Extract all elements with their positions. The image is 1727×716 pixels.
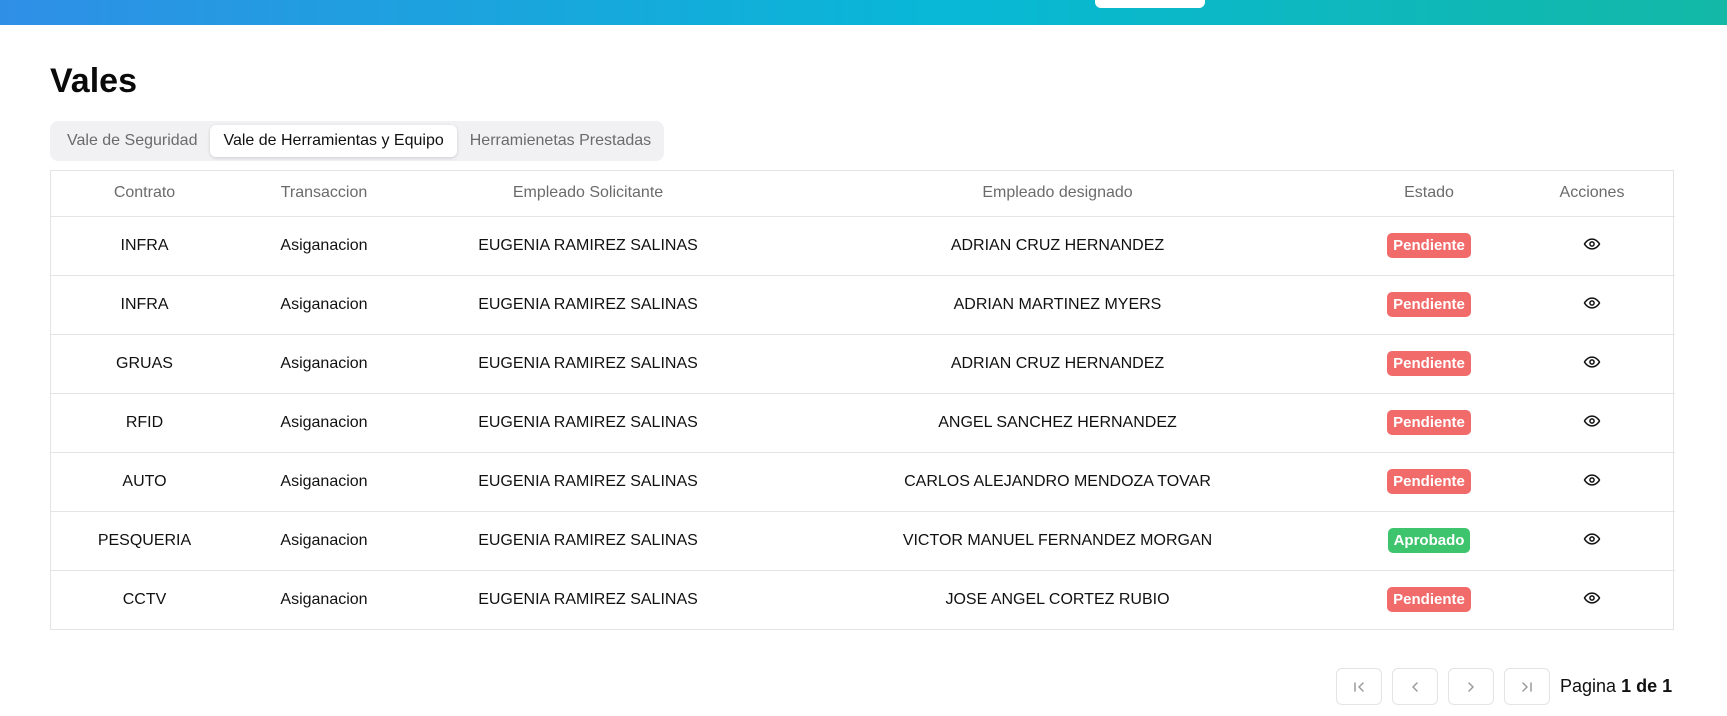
header-contrato: Contrato: [51, 171, 238, 217]
view-button[interactable]: [1581, 528, 1603, 550]
eye-icon: [1583, 297, 1601, 309]
cell-transaccion: Asiganacion: [238, 452, 410, 512]
cell-empleado-solicitante: EUGENIA RAMIREZ SALINAS: [410, 275, 766, 335]
cell-empleado-solicitante: EUGENIA RAMIREZ SALINAS: [410, 216, 766, 276]
eye-icon: [1583, 592, 1601, 604]
cell-empleado-solicitante: EUGENIA RAMIREZ SALINAS: [478, 590, 698, 608]
page-indicator-value: 1 de 1: [1621, 676, 1673, 696]
eye-icon: [1583, 356, 1601, 368]
cell-acciones: [1509, 511, 1675, 571]
cell-empleado-designado: ANGEL SANCHEZ HERNANDEZ: [766, 393, 1349, 453]
last-page-button[interactable]: [1504, 668, 1550, 705]
eye-icon: [1583, 474, 1601, 486]
status-badge: Pendiente: [1387, 233, 1471, 258]
first-page-icon: [1354, 681, 1364, 692]
status-badge: Pendiente: [1387, 292, 1471, 317]
cell-contrato: CCTV: [122, 590, 167, 608]
cell-empleado-solicitante: EUGENIA RAMIREZ SALINAS: [410, 334, 766, 394]
status-badge: Pendiente: [1387, 469, 1471, 494]
cell-empleado-solicitante: EUGENIA RAMIREZ SALINAS: [410, 511, 766, 571]
table-row: AUTO Asiganacion EUGENIA RAMIREZ SALINAS CA…: [51, 452, 1675, 512]
vales-table: Contrato Transaccion Empleado Solicitant…: [50, 170, 1675, 630]
cell-contrato: RFID: [51, 393, 238, 453]
view-button[interactable]: [1581, 351, 1603, 373]
pagination: Pagina 1 de 1: [1336, 668, 1672, 705]
next-page-icon: [1468, 681, 1474, 692]
cell-acciones: [1509, 275, 1675, 335]
tab-bar: Vale de Seguridad Vale de Herramientas y…: [50, 121, 664, 161]
last-page-icon: [1522, 681, 1532, 692]
eye-icon: [1583, 415, 1601, 427]
header-button[interactable]: [1095, 0, 1205, 8]
cell-acciones: [1509, 216, 1675, 276]
table-row: CCTV Asiganacion EUGENIA RAMIREZ SALINAS JO…: [51, 570, 1675, 629]
first-page-button[interactable]: [1336, 668, 1382, 705]
cell-empleado-solicitante: EUGENIA RAMIREZ SALINAS: [410, 452, 766, 512]
view-button[interactable]: [1581, 469, 1603, 491]
table-row: PESQUERIA Asiganacion EUGENIA RAMIREZ SALI…: [51, 511, 1675, 571]
cell-empleado-solicitante: EUGENIA RAMIREZ SALINAS: [410, 393, 766, 453]
cell-contrato: INFRA: [51, 216, 238, 276]
cell-transaccion: Asiganacion: [238, 393, 410, 453]
cell-estado: Pendiente: [1349, 275, 1509, 335]
view-button[interactable]: [1581, 292, 1603, 314]
table-row: INFRA Asiganacion EUGENIA RAMIREZ SALINAS A…: [51, 216, 1675, 276]
prev-page-icon: [1412, 681, 1418, 692]
eye-icon: [1583, 533, 1601, 545]
tab-vale-herramientas-equipo[interactable]: Vale de Herramientas y Equipo: [210, 125, 457, 157]
cell-transaccion: Asiganacion: [238, 275, 410, 335]
cell-empleado-designado: CARLOS ALEJANDRO MENDOZA TOVAR: [766, 452, 1349, 512]
cell-acciones: [1509, 393, 1675, 453]
cell-empleado-designado: ADRIAN MARTINEZ MYERS: [766, 275, 1349, 335]
prev-page-button[interactable]: [1392, 668, 1438, 705]
header-empleado-designado: Empleado designado: [766, 171, 1349, 217]
cell-estado: Pendiente: [1349, 216, 1509, 276]
eye-icon: [1583, 238, 1601, 250]
view-button[interactable]: [1581, 410, 1603, 432]
cell-acciones: [1509, 570, 1675, 629]
tab-vale-seguridad[interactable]: Vale de Seguridad: [54, 125, 210, 157]
status-badge: Aprobado: [1387, 528, 1471, 553]
cell-contrato: INFRA: [51, 275, 238, 335]
cell-transaccion: Asiganacion: [238, 334, 410, 394]
cell-contrato: GRUAS: [51, 334, 238, 394]
next-page-button[interactable]: [1448, 668, 1494, 705]
table-row: RFID Asiganacion EUGENIA RAMIREZ SALINAS AN…: [51, 393, 1675, 453]
table-header-row: Contrato Transaccion Empleado Solicitant…: [51, 171, 1675, 217]
header-estado: Estado: [1349, 171, 1509, 217]
status-badge: Pendiente: [1387, 351, 1471, 376]
tab-herramientas-prestadas[interactable]: Herramienetas Prestadas: [457, 125, 664, 157]
cell-empleado-designado: JOSE ANGEL CORTEZ RUBIO: [945, 590, 1170, 608]
cell-estado: Aprobado: [1349, 511, 1509, 571]
cell-transaccion: Asiganacion: [238, 216, 410, 276]
view-button[interactable]: [1581, 587, 1603, 609]
table-row: INFRA Asiganacion EUGENIA RAMIREZ SALINAS A…: [51, 275, 1675, 335]
cell-empleado-designado: VICTOR MANUEL FERNANDEZ MORGAN: [766, 511, 1349, 571]
cell-estado: Pendiente: [1349, 334, 1509, 394]
view-button[interactable]: [1581, 233, 1603, 255]
page-indicator-prefix: Pagina: [1560, 676, 1617, 696]
cell-acciones: [1509, 452, 1675, 512]
cell-transaccion: Asiganacion: [280, 590, 368, 608]
status-badge: Pendiente: [1387, 587, 1471, 613]
status-badge: Pendiente: [1387, 410, 1471, 435]
header-acciones: Acciones: [1509, 171, 1675, 217]
cell-empleado-designado: ADRIAN CRUZ HERNANDEZ: [766, 216, 1349, 276]
cell-acciones: [1509, 334, 1675, 394]
cell-estado: Pendiente: [1349, 570, 1509, 629]
page-title: Vales: [50, 62, 137, 100]
page-indicator: Pagina 1 de 1: [1560, 676, 1672, 697]
header-empleado-solicitante: Empleado Solicitante: [410, 171, 766, 217]
cell-transaccion: Asiganacion: [238, 511, 410, 571]
cell-contrato: AUTO: [51, 452, 238, 512]
header-transaccion: Transaccion: [238, 171, 410, 217]
cell-empleado-designado: ADRIAN CRUZ HERNANDEZ: [766, 334, 1349, 394]
cell-estado: Pendiente: [1349, 452, 1509, 512]
table-row: GRUAS Asiganacion EUGENIA RAMIREZ SALINAS A…: [51, 334, 1675, 394]
cell-estado: Pendiente: [1349, 393, 1509, 453]
cell-contrato: PESQUERIA: [51, 511, 238, 571]
top-header-bar: [0, 0, 1727, 25]
